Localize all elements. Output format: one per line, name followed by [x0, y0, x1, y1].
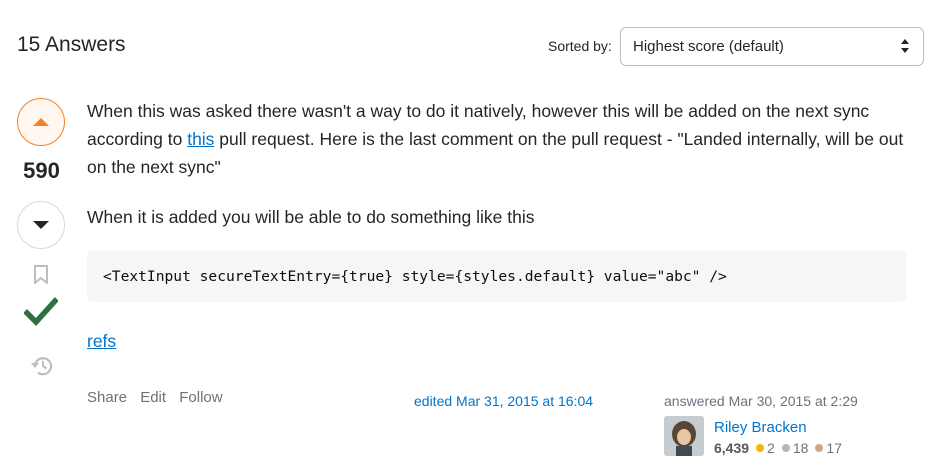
- up-down-chevron-icon: [901, 39, 909, 53]
- sort-select[interactable]: Highest score (default): [620, 27, 924, 66]
- vote-count: 590: [23, 158, 60, 183]
- silver-badge-icon: [781, 444, 790, 452]
- sort-selected-value: Highest score (default): [633, 38, 784, 55]
- edited-timestamp-link[interactable]: edited Mar 31, 2015 at 16:04: [414, 393, 593, 409]
- user-name-link[interactable]: Riley Bracken: [714, 419, 807, 436]
- silver-badge-count: 18: [792, 440, 809, 456]
- answered-timestamp: answered Mar 30, 2015 at 2:29: [664, 393, 858, 409]
- caret-up-icon: [33, 118, 49, 126]
- pull-request-link[interactable]: this: [187, 129, 214, 149]
- bronze-badge-icon: [815, 444, 824, 452]
- post-menu: Share Edit Follow: [87, 389, 232, 406]
- follow-link[interactable]: Follow: [179, 389, 222, 406]
- answer-paragraph: When this was asked there wasn't a way t…: [87, 97, 907, 181]
- bronze-badge-count: 17: [826, 440, 842, 456]
- refs-link[interactable]: refs: [87, 328, 116, 354]
- checkmark-icon: [24, 297, 58, 326]
- caret-down-icon: [33, 221, 49, 229]
- avatar[interactable]: [664, 416, 704, 456]
- upvote-button[interactable]: [17, 98, 65, 146]
- user-reputation: 6,439 2 18 17: [714, 440, 842, 456]
- history-icon[interactable]: [30, 355, 54, 377]
- gold-badge-count: 2: [767, 440, 775, 456]
- reputation-score: 6,439: [714, 440, 750, 456]
- answer-paragraph-2: When it is added you will be able to do …: [87, 207, 535, 227]
- downvote-button[interactable]: [17, 201, 65, 249]
- bookmark-icon[interactable]: [31, 264, 51, 286]
- share-link[interactable]: Share: [87, 389, 127, 406]
- gold-badge-icon: [756, 444, 765, 452]
- user-avatar-image: [664, 416, 704, 456]
- code-block: <TextInput secureTextEntry={true} style=…: [87, 251, 906, 302]
- edit-link[interactable]: Edit: [140, 389, 166, 406]
- answers-count-heading: 15 Answers: [17, 33, 126, 56]
- sort-label: Sorted by:: [548, 38, 612, 54]
